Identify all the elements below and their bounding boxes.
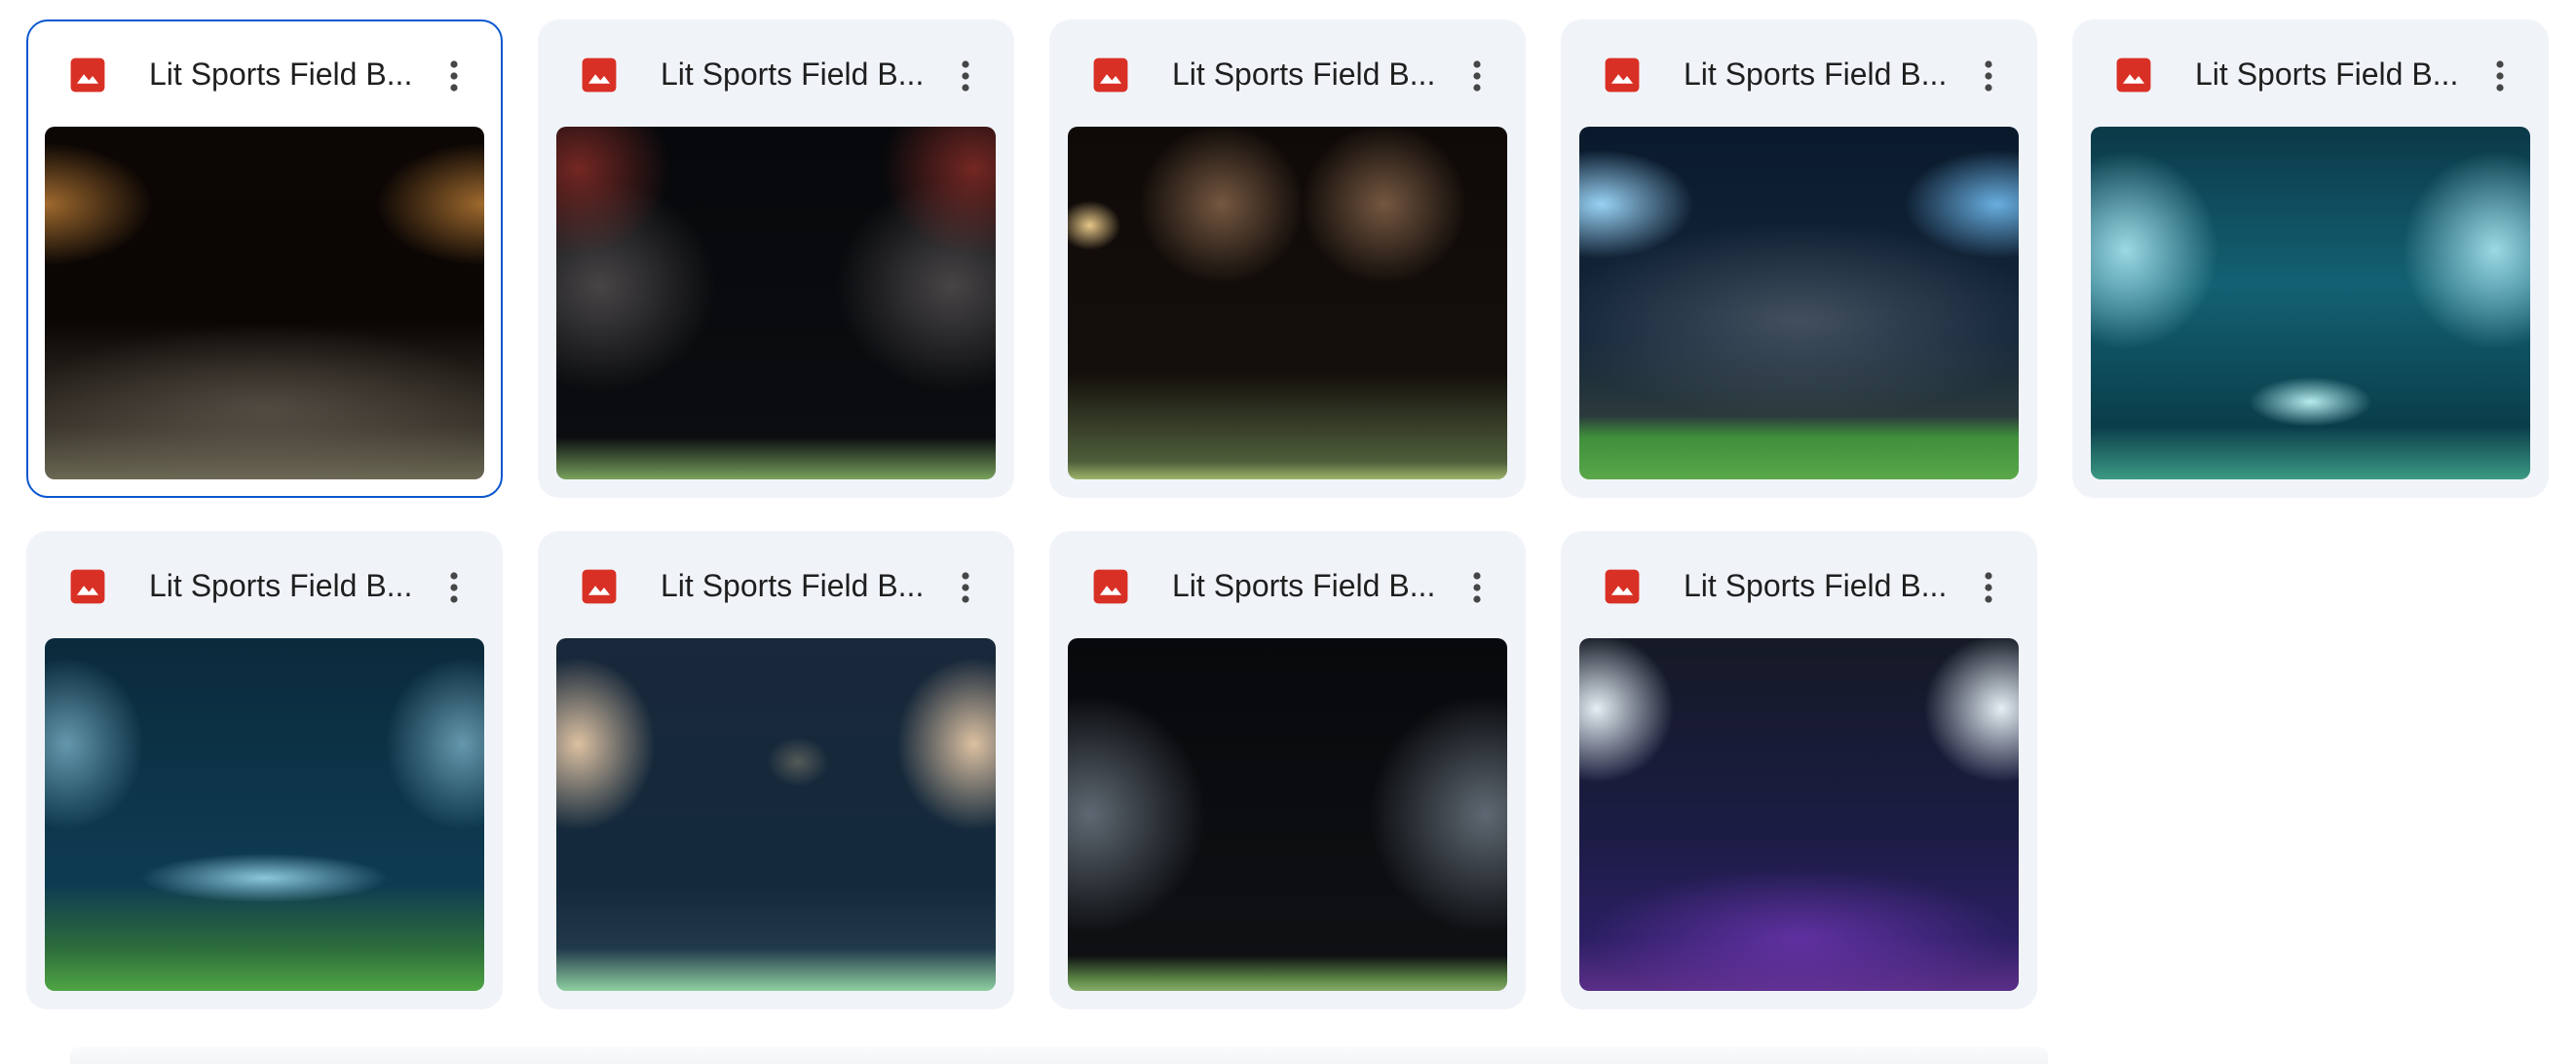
file-card-header: Lit Sports Field B... — [28, 533, 501, 636]
file-thumbnail — [556, 638, 996, 991]
file-card[interactable]: Lit Sports Field B... — [1049, 19, 1526, 498]
file-card[interactable]: Lit Sports Field B... — [2072, 19, 2549, 498]
more-actions-icon[interactable] — [1452, 562, 1502, 613]
file-title: Lit Sports Field B... — [1684, 568, 1947, 603]
file-thumbnail — [45, 127, 484, 479]
file-title: Lit Sports Field B... — [149, 568, 412, 603]
file-card-header: Lit Sports Field B... — [1563, 21, 2035, 125]
file-card[interactable]: Lit Sports Field B... — [26, 531, 503, 1009]
file-thumbnail — [45, 638, 484, 991]
file-card-header: Lit Sports Field B... — [1051, 21, 1524, 125]
file-thumbnail — [1579, 127, 2019, 479]
image-file-icon — [1604, 57, 1641, 94]
file-card[interactable]: Lit Sports Field B... — [1049, 531, 1526, 1009]
file-title: Lit Sports Field B... — [149, 57, 412, 92]
file-card[interactable]: Lit Sports Field B... — [538, 531, 1014, 1009]
image-file-icon — [1604, 568, 1641, 605]
more-actions-icon[interactable] — [429, 562, 479, 613]
scroll-fade — [70, 1046, 2048, 1064]
image-file-icon — [581, 568, 618, 605]
file-grid: Lit Sports Field B... Lit Sports Field B… — [26, 19, 2549, 1009]
more-actions-icon[interactable] — [1963, 51, 2014, 101]
file-card-header: Lit Sports Field B... — [2074, 21, 2547, 125]
file-thumbnail — [1068, 127, 1507, 479]
file-card[interactable]: Lit Sports Field B... — [538, 19, 1014, 498]
image-file-icon — [69, 568, 106, 605]
file-title: Lit Sports Field B... — [1684, 57, 1947, 92]
file-card[interactable]: Lit Sports Field B... — [26, 19, 503, 498]
file-card-header: Lit Sports Field B... — [540, 533, 1012, 636]
file-title: Lit Sports Field B... — [2195, 57, 2458, 92]
image-file-icon — [1092, 568, 1129, 605]
file-card-header: Lit Sports Field B... — [1563, 533, 2035, 636]
file-card-header: Lit Sports Field B... — [540, 21, 1012, 125]
more-actions-icon[interactable] — [1963, 562, 2014, 613]
file-title: Lit Sports Field B... — [1172, 57, 1435, 92]
more-actions-icon[interactable] — [429, 51, 479, 101]
file-card-header: Lit Sports Field B... — [28, 21, 501, 125]
file-card[interactable]: Lit Sports Field B... — [1561, 19, 2037, 498]
file-title: Lit Sports Field B... — [661, 568, 924, 603]
file-card-header: Lit Sports Field B... — [1051, 533, 1524, 636]
more-actions-icon[interactable] — [1452, 51, 1502, 101]
image-file-icon — [2115, 57, 2152, 94]
file-title: Lit Sports Field B... — [1172, 568, 1435, 603]
more-actions-icon[interactable] — [940, 562, 991, 613]
image-file-icon — [1092, 57, 1129, 94]
file-title: Lit Sports Field B... — [661, 57, 924, 92]
more-actions-icon[interactable] — [2475, 51, 2525, 101]
image-file-icon — [69, 57, 106, 94]
file-thumbnail — [1579, 638, 2019, 991]
file-thumbnail — [1068, 638, 1507, 991]
image-file-icon — [581, 57, 618, 94]
file-thumbnail — [556, 127, 996, 479]
more-actions-icon[interactable] — [940, 51, 991, 101]
file-card[interactable]: Lit Sports Field B... — [1561, 531, 2037, 1009]
file-thumbnail — [2091, 127, 2530, 479]
